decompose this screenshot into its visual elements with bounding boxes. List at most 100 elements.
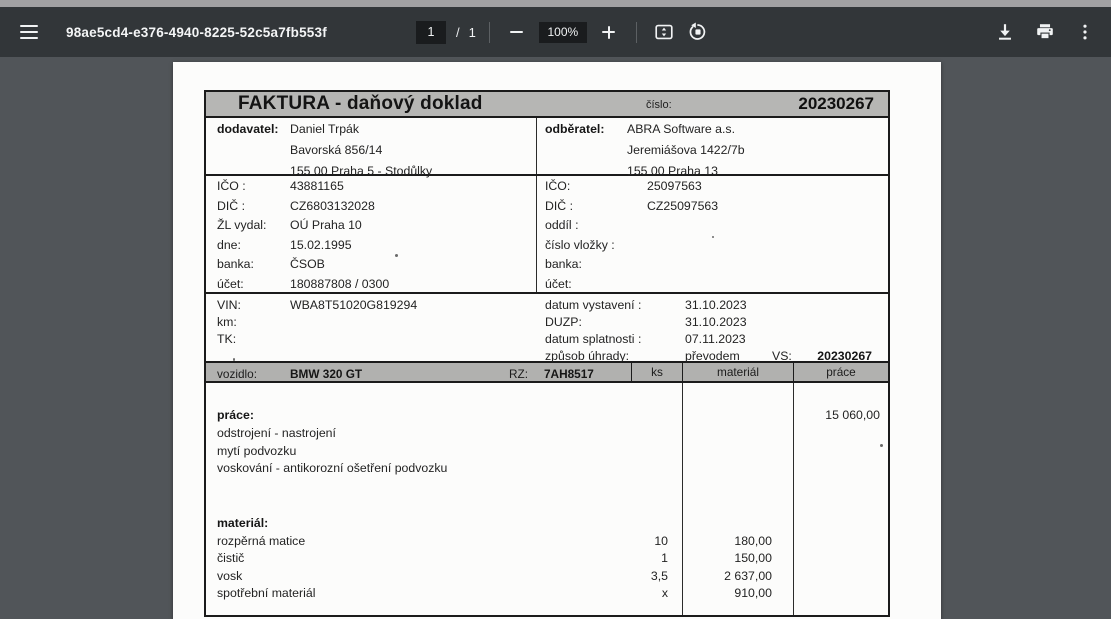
detail-value: 180887808 / 0300 [290,277,389,291]
column-header-ks: ks [631,363,683,382]
detail-label: banka: [217,257,254,271]
window-top-edge [0,0,1111,7]
toolbar-center: / 1 100% [416,7,712,57]
rz-value: 7AH8517 [544,365,594,384]
detail-label: oddíl : [545,218,579,232]
page-separator: / [456,25,460,40]
tk-label: TK: [217,332,236,346]
payment-method-value: převodem [685,349,740,363]
pdf-viewer-window: 98ae5cd4-e376-4940-8225-52c5a7fb553f / 1… [0,0,1111,619]
date-value: 31.10.2023 [685,315,747,329]
document-viewport: FAKTURA - daňový doklad číslo: 20230267 … [0,57,1111,619]
material-name: spotřební materiál [206,585,621,603]
material-row: vosk 3,5 2 637,00 [206,568,888,586]
rz-label: RZ: [509,365,528,384]
detail-value: CZ25097563 [647,199,718,213]
rotate-counterclockwise-icon [687,21,709,43]
supplier-details: IČO : 43881165 DIČ : CZ6803132028 ŽL vyd… [206,176,537,292]
customer-label: odběratel: [545,122,604,136]
material-name: vosk [206,568,621,586]
vin-label: VIN: [217,298,241,312]
detail-label: účet: [545,277,572,291]
scan-speck [233,358,235,361]
invoice-title: FAKTURA - daňový doklad [238,93,483,115]
customer-block: odběratel: ABRA Software a.s. Jeremiášov… [537,118,888,174]
vehicle-name: BMW 320 GT [290,365,362,384]
menu-icon [20,25,38,39]
detail-label: číslo vložky : [545,238,615,252]
download-button[interactable] [991,18,1019,46]
material-name: rozpěrná matice [206,533,621,551]
invoice-number-label: číslo: [646,99,672,111]
date-label: DUZP: [545,315,582,329]
column-header-prace: práce [794,363,888,382]
detail-value: 43881165 [290,179,344,193]
print-button[interactable] [1031,18,1059,46]
material-qty: 10 [621,533,683,551]
invoice-header: FAKTURA - daňový doklad číslo: 20230267 [206,92,888,118]
zoom-level-value: 100% [548,25,579,39]
date-label: datum splatnosti : [545,332,641,346]
zoom-out-button[interactable] [503,18,531,46]
fit-to-page-button[interactable] [650,18,678,46]
material-qty: 3,5 [621,568,683,586]
date-value: 31.10.2023 [685,298,747,312]
invoice-number: 20230267 [798,94,874,114]
detail-value: 25097563 [647,179,702,193]
payment-method-label: způsob úhrady: [545,349,629,363]
toolbar-left: 98ae5cd4-e376-4940-8225-52c5a7fb553f [0,18,327,46]
detail-value: OÚ Praha 10 [290,218,362,232]
material-row: spotřební materiál x 910,00 [206,585,888,603]
work-label: práce: [206,407,621,424]
document-title: 98ae5cd4-e376-4940-8225-52c5a7fb553f [66,25,327,40]
material-amount: 180,00 [683,533,794,551]
supplier-street: Bavorská 856/14 [290,143,382,157]
material-amount: 910,00 [683,585,794,603]
work-item: odstrojení - nastrojení [206,425,888,443]
detail-label: IČO: [545,179,570,193]
customer-street: Jeremiášova 1422/7b [627,143,745,157]
vehicle-cell: vozidlo: BMW 320 GT RZ: 7AH8517 [206,363,631,382]
material-qty: 1 [621,550,683,568]
more-options-button[interactable] [1071,18,1099,46]
detail-label: IČO : [217,179,246,193]
print-icon [1034,21,1056,43]
items-section: práce: 15 060,00 odstrojení - nastrojení… [206,383,888,615]
material-name: čistič [206,550,621,568]
more-options-icon [1075,22,1095,42]
detail-label: banka: [545,257,582,271]
download-icon [994,21,1016,43]
customer-name: ABRA Software a.s. [627,122,735,136]
detail-label: dne: [217,238,241,252]
toolbar-right [991,7,1103,57]
vs-label: VS: [772,349,792,363]
vehicle-header-row: vozidlo: BMW 320 GT RZ: 7AH8517 ks mater… [206,363,888,383]
parties-section: dodavatel: Daniel Trpák Bavorská 856/14 … [206,118,888,176]
material-label: materiál: [206,515,888,533]
column-header-material: materiál [683,363,794,382]
toolbar-divider [489,22,490,43]
detail-value: ČSOB [290,257,325,271]
detail-label: ŽL vydal: [217,218,266,232]
zoom-in-button[interactable] [595,18,623,46]
zoom-level-display[interactable]: 100% [539,22,587,43]
rotate-button[interactable] [684,18,712,46]
zoom-in-icon [602,26,615,39]
page-number-input[interactable] [416,21,446,44]
fit-to-page-icon [653,21,675,43]
material-amount: 150,00 [683,550,794,568]
supplier-name: Daniel Trpák [290,122,359,136]
detail-label: DIČ : [545,199,573,213]
material-row: rozpěrná matice 10 180,00 [206,533,888,551]
vin-dates-section: VIN: WBA8T51020G819294 km: TK: datum vys… [206,294,888,363]
customer-details: IČO: 25097563 DIČ : CZ25097563 oddíl : č… [537,176,888,292]
work-block: práce: 15 060,00 odstrojení - nastrojení… [206,407,888,478]
detail-label: DIČ : [217,199,245,213]
detail-value: 15.02.1995 [290,238,352,252]
material-qty: x [621,585,683,603]
detail-label: účet: [217,277,244,291]
vin-value: WBA8T51020G819294 [290,298,417,312]
pdf-page: FAKTURA - daňový doklad číslo: 20230267 … [173,62,941,619]
menu-button[interactable] [15,18,43,46]
toolbar-divider [636,22,637,43]
